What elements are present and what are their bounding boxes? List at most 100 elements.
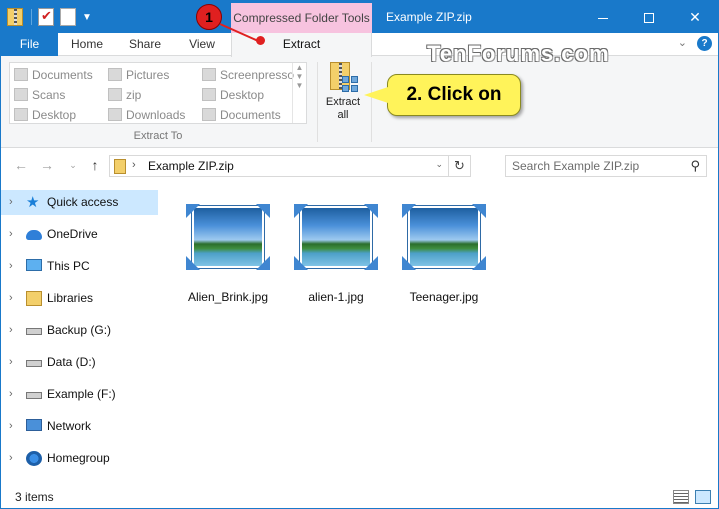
desktop-icon <box>202 88 216 101</box>
expand-chevron-icon[interactable]: › <box>9 190 13 215</box>
recent-locations-chevron-icon[interactable]: ⌄ <box>63 155 83 175</box>
file-item[interactable]: alien-1.jpg <box>281 201 391 304</box>
minimize-icon <box>598 17 608 19</box>
expand-chevron-icon[interactable]: › <box>9 446 13 471</box>
large-icons-view-icon[interactable] <box>695 490 711 504</box>
search-input[interactable]: Search Example ZIP.zip ⚲ <box>505 155 707 177</box>
quick-access-toolbar: ▼ <box>7 7 92 27</box>
nav-item-this-pc[interactable]: › This PC <box>1 254 158 279</box>
new-folder-icon[interactable] <box>60 8 76 26</box>
nav-item-quick-access[interactable]: › ★ Quick access <box>1 190 158 215</box>
nav-item-homegroup[interactable]: › Homegroup <box>1 446 158 471</box>
file-item[interactable]: Alien_Brink.jpg <box>173 201 283 304</box>
destination-item[interactable]: Screenpresso <box>200 65 294 85</box>
expand-chevron-icon[interactable]: › <box>9 286 13 311</box>
ribbon-controls: ⌄ ? <box>678 36 712 51</box>
gallery-scrollbar[interactable]: ▲ ▼ ▼ <box>292 63 306 123</box>
title-bar: ▼ Compressed Folder Tools Example ZIP.zi… <box>1 1 718 33</box>
explorer-window: ▼ Compressed Folder Tools Example ZIP.zi… <box>0 0 719 509</box>
drive-icon <box>26 360 42 367</box>
maximize-icon <box>644 13 654 24</box>
address-bar[interactable]: › Example ZIP.zip ⌄ ↻ <box>109 155 471 177</box>
window-title: Example ZIP.zip <box>386 10 472 24</box>
file-item[interactable]: Teenager.jpg <box>389 201 499 304</box>
image-file-icon <box>402 204 486 270</box>
tab-file[interactable]: File <box>1 33 58 56</box>
destination-item[interactable]: Desktop <box>12 105 76 125</box>
watermark: TenForums.com <box>427 41 610 66</box>
details-view-icon[interactable] <box>673 490 689 504</box>
expand-chevron-icon[interactable]: › <box>9 382 13 407</box>
zip-folder-icon <box>114 159 126 174</box>
properties-icon[interactable] <box>38 8 54 26</box>
forward-arrow-icon[interactable]: → <box>37 155 57 175</box>
nav-item-example-drive[interactable]: › Example (F:) <box>1 382 158 407</box>
back-arrow-icon[interactable]: ← <box>11 155 31 175</box>
ribbon-tabs: File Home Share View Extract ⌄ ? <box>1 33 718 57</box>
navigation-pane: › ★ Quick access › OneDrive › This PC › … <box>1 186 161 486</box>
destination-item[interactable]: Downloads <box>106 105 185 125</box>
network-icon <box>26 419 42 431</box>
maximize-button[interactable] <box>626 1 672 33</box>
scroll-up-icon[interactable]: ▲ <box>293 63 306 72</box>
file-name: alien-1.jpg <box>308 290 364 304</box>
destination-item[interactable]: zip <box>106 85 141 105</box>
address-history-chevron-icon[interactable]: ⌄ <box>435 159 443 170</box>
drive-icon <box>26 392 42 399</box>
star-icon: ★ <box>26 194 40 211</box>
help-icon[interactable]: ? <box>697 36 712 51</box>
customize-toolbar-chevron-icon[interactable]: ▼ <box>82 12 92 23</box>
step-1-badge: 1 <box>196 4 222 30</box>
library-icon <box>26 291 42 306</box>
image-file-icon <box>186 204 270 270</box>
folder-icon <box>202 68 216 81</box>
nav-item-network[interactable]: › Network <box>1 414 158 439</box>
destination-item[interactable]: Documents <box>200 105 281 125</box>
expand-chevron-icon[interactable]: › <box>9 414 13 439</box>
scroll-down-icon[interactable]: ▼ <box>293 72 306 81</box>
destination-item[interactable]: Documents <box>12 65 93 85</box>
destination-item[interactable]: Desktop <box>200 85 264 105</box>
homegroup-icon <box>26 451 42 466</box>
destination-item[interactable]: Scans <box>12 85 65 105</box>
nav-item-onedrive[interactable]: › OneDrive <box>1 222 158 247</box>
extract-all-label-line1: Extract <box>325 96 361 108</box>
drive-icon <box>26 328 42 335</box>
step-2-callout: 2. Click on <box>387 74 521 116</box>
expand-chevron-icon[interactable]: › <box>9 318 13 343</box>
nav-item-backup-drive[interactable]: › Backup (G:) <box>1 318 158 343</box>
close-button[interactable]: ✕ <box>672 1 718 33</box>
search-icon: ⚲ <box>690 158 700 173</box>
folder-icon <box>14 88 28 101</box>
nav-item-data-drive[interactable]: › Data (D:) <box>1 350 158 375</box>
image-file-icon <box>294 204 378 270</box>
tab-share[interactable]: Share <box>116 33 174 56</box>
zip-icon <box>108 88 122 101</box>
nav-item-libraries[interactable]: › Libraries <box>1 286 158 311</box>
breadcrumb[interactable]: Example ZIP.zip <box>148 159 234 173</box>
navigation-bar: ← → ⌄ ↑ › Example ZIP.zip ⌄ ↻ Search Exa… <box>1 149 718 183</box>
expand-chevron-icon[interactable]: › <box>9 222 13 247</box>
folder-icon <box>14 68 28 81</box>
group-label-extract-to: Extract To <box>133 130 183 142</box>
ribbon-separator <box>317 62 318 142</box>
gallery-more-icon[interactable]: ▼ <box>293 81 306 90</box>
folder-icon <box>108 68 122 81</box>
expand-chevron-icon[interactable]: › <box>9 350 13 375</box>
minimize-button[interactable] <box>580 1 626 33</box>
tab-home[interactable]: Home <box>58 33 116 56</box>
up-arrow-icon[interactable]: ↑ <box>85 155 105 175</box>
callout-pointer <box>364 87 388 103</box>
file-name: Teenager.jpg <box>409 290 479 304</box>
computer-icon <box>26 259 42 271</box>
destination-item[interactable]: Pictures <box>106 65 169 85</box>
ribbon-extract-pane: Documents Pictures Screenpresso Scans zi… <box>1 56 718 148</box>
expand-ribbon-chevron-icon[interactable]: ⌄ <box>678 36 687 51</box>
breadcrumb-chevron-icon[interactable]: › <box>132 159 136 171</box>
refresh-icon[interactable]: ↻ <box>448 156 470 176</box>
tab-view[interactable]: View <box>174 33 230 56</box>
item-count: 3 items <box>15 490 54 504</box>
extract-all-button[interactable]: Extract all <box>321 62 365 126</box>
toolbar-separator <box>31 9 32 25</box>
expand-chevron-icon[interactable]: › <box>9 254 13 279</box>
